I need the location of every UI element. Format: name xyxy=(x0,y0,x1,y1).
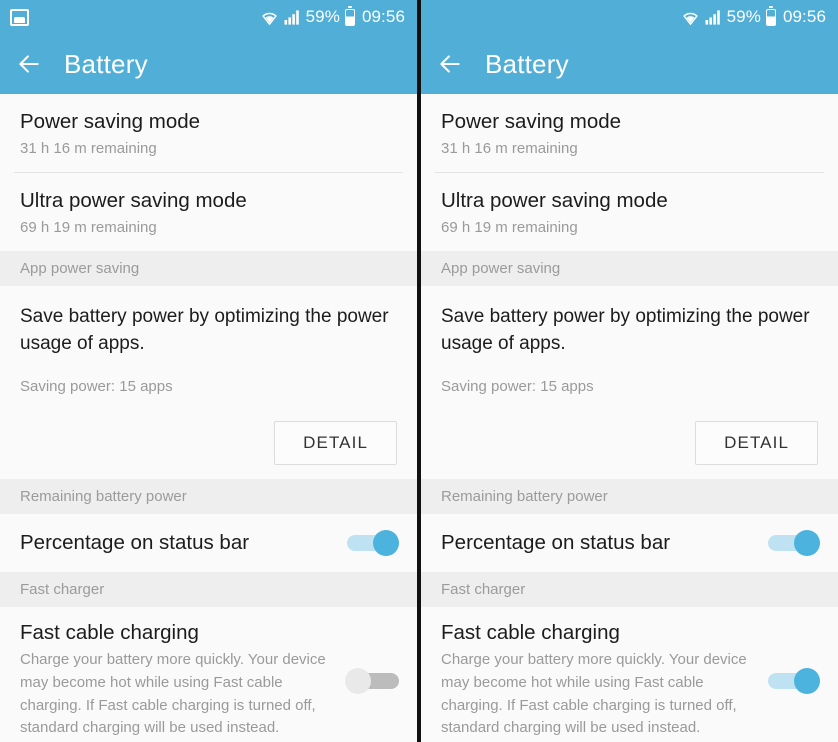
app-power-saving-block: Save battery power by optimizing the pow… xyxy=(0,286,417,408)
fast-cable-charging-title: Fast cable charging xyxy=(20,621,199,645)
power-saving-mode-title: Power saving mode xyxy=(20,110,201,133)
dual-screenshot-comparison: 59% 09:56 Battery Power saving mode 31 h… xyxy=(0,0,838,742)
clock-label: 09:56 xyxy=(361,7,405,26)
power-saving-mode-subtitle: 31 h 16 m remaining xyxy=(441,140,578,158)
section-header-remaining-battery-power: Remaining battery power xyxy=(0,479,417,515)
fast-cable-charging-title: Fast cable charging xyxy=(441,621,620,645)
status-bar: 59% 09:56 xyxy=(421,0,838,34)
list-item-percentage-on-status-bar[interactable]: Percentage on status bar xyxy=(0,514,417,573)
fast-cable-charging-text: Fast cable charging Charge your battery … xyxy=(20,621,345,740)
wifi-icon xyxy=(682,12,698,25)
list-item-percentage-on-status-bar[interactable]: Percentage on status bar xyxy=(421,514,838,573)
page-title: Battery xyxy=(485,48,569,79)
fast-cable-charging-toggle[interactable] xyxy=(345,667,399,695)
detail-button-container: DETAIL xyxy=(421,407,838,480)
detail-button[interactable]: DETAIL xyxy=(695,421,818,466)
percentage-on-status-bar-toggle[interactable] xyxy=(345,529,399,557)
list-item-power-saving-mode[interactable]: Power saving mode 31 h 16 m remaining xyxy=(421,94,838,173)
app-power-saving-description: Save battery power by optimizing the pow… xyxy=(441,306,810,355)
fast-cable-charging-description: Charge your battery more quickly. Your d… xyxy=(441,650,747,737)
cellular-signal-icon xyxy=(284,10,299,25)
app-power-saving-description: Save battery power by optimizing the pow… xyxy=(20,306,389,355)
section-header-app-power-saving: App power saving xyxy=(0,251,417,287)
app-bar: Battery xyxy=(0,34,417,94)
app-power-saving-note: Saving power: 15 apps xyxy=(441,378,594,396)
list-item-fast-cable-charging[interactable]: Fast cable charging Charge your battery … xyxy=(0,607,417,742)
right-phone-screen: 59% 09:56 Battery Power saving mode 31 h… xyxy=(421,0,838,742)
app-power-saving-note: Saving power: 15 apps xyxy=(20,378,173,396)
ultra-power-saving-mode-title: Ultra power saving mode xyxy=(441,189,668,213)
percentage-on-status-bar-text: Percentage on status bar xyxy=(20,531,345,556)
percentage-on-status-bar-toggle[interactable] xyxy=(766,529,820,557)
back-arrow-icon[interactable] xyxy=(16,51,42,77)
fast-cable-charging-toggle[interactable] xyxy=(766,667,820,695)
settings-list: Power saving mode 31 h 16 m remaining Ul… xyxy=(0,94,417,742)
power-saving-mode-title: Power saving mode xyxy=(441,110,622,133)
status-bar-right-icons: 59% 09:56 xyxy=(260,6,405,27)
list-item-power-saving-mode[interactable]: Power saving mode 31 h 16 m remaining xyxy=(0,94,417,173)
detail-button-container: DETAIL xyxy=(0,407,417,480)
wifi-icon xyxy=(261,12,277,25)
list-item-ultra-power-saving-mode[interactable]: Ultra power saving mode 69 h 19 m remain… xyxy=(421,173,838,252)
status-bar: 59% 09:56 xyxy=(0,0,417,34)
status-bar-left-icons xyxy=(10,8,260,26)
power-saving-mode-subtitle: 31 h 16 m remaining xyxy=(20,140,157,158)
detail-button[interactable]: DETAIL xyxy=(274,421,397,466)
percentage-on-status-bar-title: Percentage on status bar xyxy=(441,531,671,555)
cellular-signal-icon xyxy=(705,10,720,25)
toggle-thumb xyxy=(345,667,371,694)
battery-percentage-label: 59% xyxy=(726,7,761,26)
toggle-thumb xyxy=(794,530,820,557)
toggle-thumb xyxy=(373,530,399,557)
section-header-remaining-battery-power: Remaining battery power xyxy=(421,479,838,515)
image-notification-icon xyxy=(10,8,29,26)
ultra-power-saving-mode-subtitle: 69 h 19 m remaining xyxy=(441,219,578,237)
percentage-on-status-bar-text: Percentage on status bar xyxy=(441,531,766,556)
left-phone-screen: 59% 09:56 Battery Power saving mode 31 h… xyxy=(0,0,417,742)
battery-percentage-label: 59% xyxy=(305,7,340,26)
settings-list: Power saving mode 31 h 16 m remaining Ul… xyxy=(421,94,838,742)
section-header-fast-charger: Fast charger xyxy=(0,572,417,608)
clock-label: 09:56 xyxy=(782,7,826,26)
app-bar: Battery xyxy=(421,34,838,94)
ultra-power-saving-mode-subtitle: 69 h 19 m remaining xyxy=(20,219,157,237)
section-header-app-power-saving: App power saving xyxy=(421,251,838,287)
percentage-on-status-bar-title: Percentage on status bar xyxy=(20,531,250,555)
list-item-fast-cable-charging[interactable]: Fast cable charging Charge your battery … xyxy=(421,607,838,742)
section-header-fast-charger: Fast charger xyxy=(421,572,838,608)
fast-cable-charging-text: Fast cable charging Charge your battery … xyxy=(441,621,766,740)
ultra-power-saving-mode-title: Ultra power saving mode xyxy=(20,189,247,213)
status-bar-right-icons: 59% 09:56 xyxy=(681,6,826,27)
back-arrow-icon[interactable] xyxy=(437,51,463,77)
page-title: Battery xyxy=(64,48,148,79)
toggle-thumb xyxy=(794,667,820,694)
app-power-saving-block: Save battery power by optimizing the pow… xyxy=(421,286,838,408)
fast-cable-charging-description: Charge your battery more quickly. Your d… xyxy=(20,650,326,737)
battery-icon xyxy=(765,6,776,26)
list-item-ultra-power-saving-mode[interactable]: Ultra power saving mode 69 h 19 m remain… xyxy=(0,173,417,252)
battery-icon xyxy=(344,6,355,26)
